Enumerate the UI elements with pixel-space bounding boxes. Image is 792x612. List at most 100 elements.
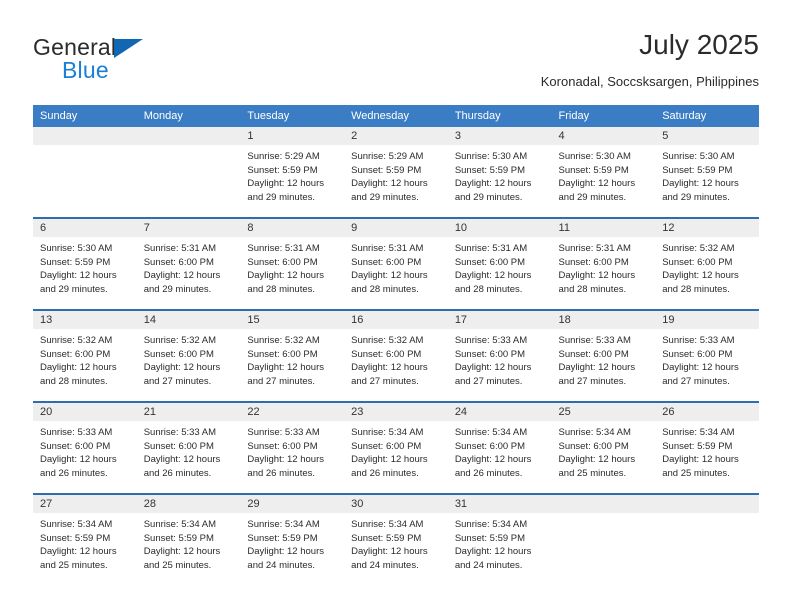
sunset-text: Sunset: 6:00 PM: [662, 348, 733, 360]
sunset-text: Sunset: 6:00 PM: [454, 440, 526, 452]
day-cell[interactable]: 29 Sunrise: 5:34 AM Sunset: 5:59 PM Dayligh…: [240, 493, 345, 585]
brand-logo[interactable]: General Blue: [33, 34, 253, 92]
day-cell-details: [655, 513, 759, 518]
day-cell-details: Sunrise: 5:31 AM Sunset: 6:00 PM Daylight:…: [344, 237, 448, 296]
day-cell[interactable]: 23 Sunrise: 5:34 AM Sunset: 6:00 PM Dayligh…: [344, 401, 448, 494]
sunrise-text: Sunrise: 5:31 AM: [247, 243, 320, 254]
day-cell[interactable]: 25 Sunrise: 5:34 AM Sunset: 6:00 PM Dayligh…: [551, 401, 656, 494]
day-cell[interactable]: 17 Sunrise: 5:33 AM Sunset: 6:00 PM Dayligh…: [447, 309, 552, 402]
day-cell[interactable]: 14 Sunrise: 5:32 AM Sunset: 6:00 PM Dayligh…: [136, 309, 241, 402]
day-cell[interactable]: 19 Sunrise: 5:33 AM Sunset: 6:00 PM Dayligh…: [655, 309, 759, 402]
day-cell[interactable]: 11 Sunrise: 5:31 AM Sunset: 6:00 PM Dayligh…: [551, 217, 656, 310]
sunrise-text: Sunrise: 5:33 AM: [454, 335, 528, 346]
day-number: 9: [344, 219, 448, 237]
day-cell-inner: 10 Sunrise: 5:31 AM Sunset: 6:00 PM Dayligh…: [447, 219, 552, 309]
day-cell[interactable]: 4 Sunrise: 5:30 AM Sunset: 5:59 PM Daylight…: [551, 127, 656, 218]
day-cell[interactable]: 9 Sunrise: 5:31 AM Sunset: 6:00 PM Daylight…: [344, 217, 448, 310]
day-cell[interactable]: 18 Sunrise: 5:33 AM Sunset: 6:00 PM Dayligh…: [551, 309, 656, 402]
day-cell[interactable]: 20 Sunrise: 5:33 AM Sunset: 6:00 PM Dayligh…: [33, 401, 137, 494]
sunrise-text: Sunrise: 5:32 AM: [40, 335, 113, 346]
sunrise-text: Sunrise: 5:34 AM: [351, 427, 424, 438]
day-cell[interactable]: 8 Sunrise: 5:31 AM Sunset: 6:00 PM Daylight…: [240, 217, 345, 310]
day-number: 20: [33, 403, 137, 421]
sunset-text: Sunset: 5:59 PM: [40, 532, 111, 544]
day-cell[interactable]: 6 Sunrise: 5:30 AM Sunset: 5:59 PM Daylight…: [33, 217, 137, 310]
daylight-text: Daylight: 12 hours and 28 minutes.: [247, 270, 324, 295]
triangle-icon: [114, 39, 143, 58]
page-title: July 2025: [639, 29, 759, 60]
day-cell-inner: 16 Sunrise: 5:32 AM Sunset: 6:00 PM Dayligh…: [344, 311, 448, 401]
day-cell[interactable]: 31 Sunrise: 5:34 AM Sunset: 5:59 PM Dayligh…: [447, 493, 552, 585]
sunset-text: Sunset: 6:00 PM: [247, 348, 318, 360]
sunset-text: Sunset: 6:00 PM: [247, 256, 318, 268]
day-cell-details: Sunrise: 5:34 AM Sunset: 5:59 PM Daylight:…: [137, 513, 241, 572]
day-cell-inner: 30 Sunrise: 5:34 AM Sunset: 5:59 PM Dayligh…: [344, 495, 448, 585]
daylight-text: Daylight: 12 hours and 29 minutes.: [247, 178, 324, 203]
sunset-text: Sunset: 6:00 PM: [558, 348, 629, 360]
day-cell[interactable]: 30 Sunrise: 5:34 AM Sunset: 5:59 PM Dayligh…: [344, 493, 448, 585]
daylight-text: Daylight: 12 hours and 25 minutes.: [40, 546, 117, 571]
day-cell[interactable]: 5 Sunrise: 5:30 AM Sunset: 5:59 PM Daylight…: [655, 127, 759, 218]
day-cell[interactable]: 10 Sunrise: 5:31 AM Sunset: 6:00 PM Dayligh…: [447, 217, 552, 310]
day-cell[interactable]: 21 Sunrise: 5:33 AM Sunset: 6:00 PM Dayligh…: [136, 401, 241, 494]
sunset-text: Sunset: 6:00 PM: [351, 440, 422, 452]
day-cell[interactable]: 3 Sunrise: 5:30 AM Sunset: 5:59 PM Daylight…: [447, 127, 552, 218]
day-cell[interactable]: 2 Sunrise: 5:29 AM Sunset: 5:59 PM Daylight…: [344, 127, 448, 218]
day-cell[interactable]: 28 Sunrise: 5:34 AM Sunset: 5:59 PM Dayligh…: [136, 493, 241, 585]
day-cell-details: Sunrise: 5:34 AM Sunset: 5:59 PM Daylight:…: [448, 513, 552, 572]
sunset-text: Sunset: 5:59 PM: [351, 532, 422, 544]
sunrise-text: Sunrise: 5:31 AM: [351, 243, 424, 254]
daylight-text: Daylight: 12 hours and 26 minutes.: [454, 454, 532, 479]
sunset-text: Sunset: 6:00 PM: [40, 440, 111, 452]
day-cell-details: Sunrise: 5:30 AM Sunset: 5:59 PM Daylight:…: [655, 145, 759, 204]
day-cell-inner: 13 Sunrise: 5:32 AM Sunset: 6:00 PM Dayligh…: [33, 311, 137, 401]
sunrise-text: Sunrise: 5:31 AM: [558, 243, 631, 254]
day-cell[interactable]: 7 Sunrise: 5:31 AM Sunset: 6:00 PM Daylight…: [136, 217, 241, 310]
sunset-text: Sunset: 6:00 PM: [143, 256, 214, 268]
day-number: 11: [551, 219, 656, 237]
sunrise-text: Sunrise: 5:34 AM: [454, 427, 528, 438]
day-cell-inner: 27 Sunrise: 5:34 AM Sunset: 5:59 PM Dayligh…: [33, 495, 137, 585]
day-cell-details: Sunrise: 5:34 AM Sunset: 6:00 PM Daylight:…: [552, 421, 656, 480]
calendar-week-row: 6 Sunrise: 5:30 AM Sunset: 5:59 PM Daylight…: [33, 217, 759, 310]
day-cell-details: Sunrise: 5:33 AM Sunset: 6:00 PM Daylight:…: [448, 329, 552, 388]
day-cell-details: Sunrise: 5:33 AM Sunset: 6:00 PM Daylight:…: [137, 421, 241, 480]
sunset-text: Sunset: 5:59 PM: [40, 256, 111, 268]
day-cell[interactable]: 22 Sunrise: 5:33 AM Sunset: 6:00 PM Dayligh…: [240, 401, 345, 494]
day-cell-details: Sunrise: 5:30 AM Sunset: 5:59 PM Daylight:…: [448, 145, 552, 204]
day-cell-details: Sunrise: 5:34 AM Sunset: 5:59 PM Daylight:…: [655, 421, 759, 480]
day-cell[interactable]: 16 Sunrise: 5:32 AM Sunset: 6:00 PM Dayligh…: [344, 309, 448, 402]
day-cell[interactable]: 1 Sunrise: 5:29 AM Sunset: 5:59 PM Daylight…: [240, 127, 345, 218]
calendar-week-row: 1 Sunrise: 5:29 AM Sunset: 5:59 PM Daylight…: [33, 127, 759, 218]
day-number: 23: [344, 403, 448, 421]
day-cell[interactable]: 13 Sunrise: 5:32 AM Sunset: 6:00 PM Dayligh…: [33, 309, 137, 402]
sunrise-text: Sunrise: 5:34 AM: [143, 519, 217, 530]
day-cell[interactable]: 15 Sunrise: 5:32 AM Sunset: 6:00 PM Dayligh…: [240, 309, 345, 402]
day-number: [136, 127, 241, 145]
weekday-header-monday: Monday: [136, 105, 241, 127]
day-number: 7: [136, 219, 241, 237]
day-cell-inner: [551, 495, 656, 585]
day-cell-details: [33, 145, 137, 150]
day-cell-inner: 24 Sunrise: 5:34 AM Sunset: 6:00 PM Dayligh…: [447, 403, 552, 493]
day-cell[interactable]: 27 Sunrise: 5:34 AM Sunset: 5:59 PM Dayligh…: [33, 493, 137, 585]
calendar-page: General Blue July 2025 Koronadal, Soccsk…: [0, 0, 792, 612]
day-cell[interactable]: 12 Sunrise: 5:32 AM Sunset: 6:00 PM Dayligh…: [655, 217, 759, 310]
calendar-header-row: Sunday Monday Tuesday Wednesday Thursday…: [33, 105, 759, 127]
day-cell-inner: 18 Sunrise: 5:33 AM Sunset: 6:00 PM Dayligh…: [551, 311, 656, 401]
day-cell[interactable]: 24 Sunrise: 5:34 AM Sunset: 6:00 PM Dayligh…: [447, 401, 552, 494]
day-cell-details: Sunrise: 5:34 AM Sunset: 5:59 PM Daylight:…: [240, 513, 344, 572]
sunset-text: Sunset: 5:59 PM: [454, 532, 526, 544]
daylight-text: Daylight: 12 hours and 27 minutes.: [351, 362, 428, 387]
day-cell-details: [552, 513, 656, 518]
day-cell-empty: [136, 127, 241, 218]
day-cell-details: Sunrise: 5:31 AM Sunset: 6:00 PM Daylight:…: [240, 237, 344, 296]
day-number: 4: [551, 127, 656, 145]
day-number: 29: [240, 495, 345, 513]
weekday-header-tuesday: Tuesday: [240, 105, 345, 127]
sunset-text: Sunset: 5:59 PM: [247, 164, 318, 176]
daylight-text: Daylight: 12 hours and 28 minutes.: [558, 270, 636, 295]
sunset-text: Sunset: 6:00 PM: [351, 256, 422, 268]
sunrise-text: Sunrise: 5:31 AM: [454, 243, 528, 254]
day-cell[interactable]: 26 Sunrise: 5:34 AM Sunset: 5:59 PM Dayligh…: [655, 401, 759, 494]
